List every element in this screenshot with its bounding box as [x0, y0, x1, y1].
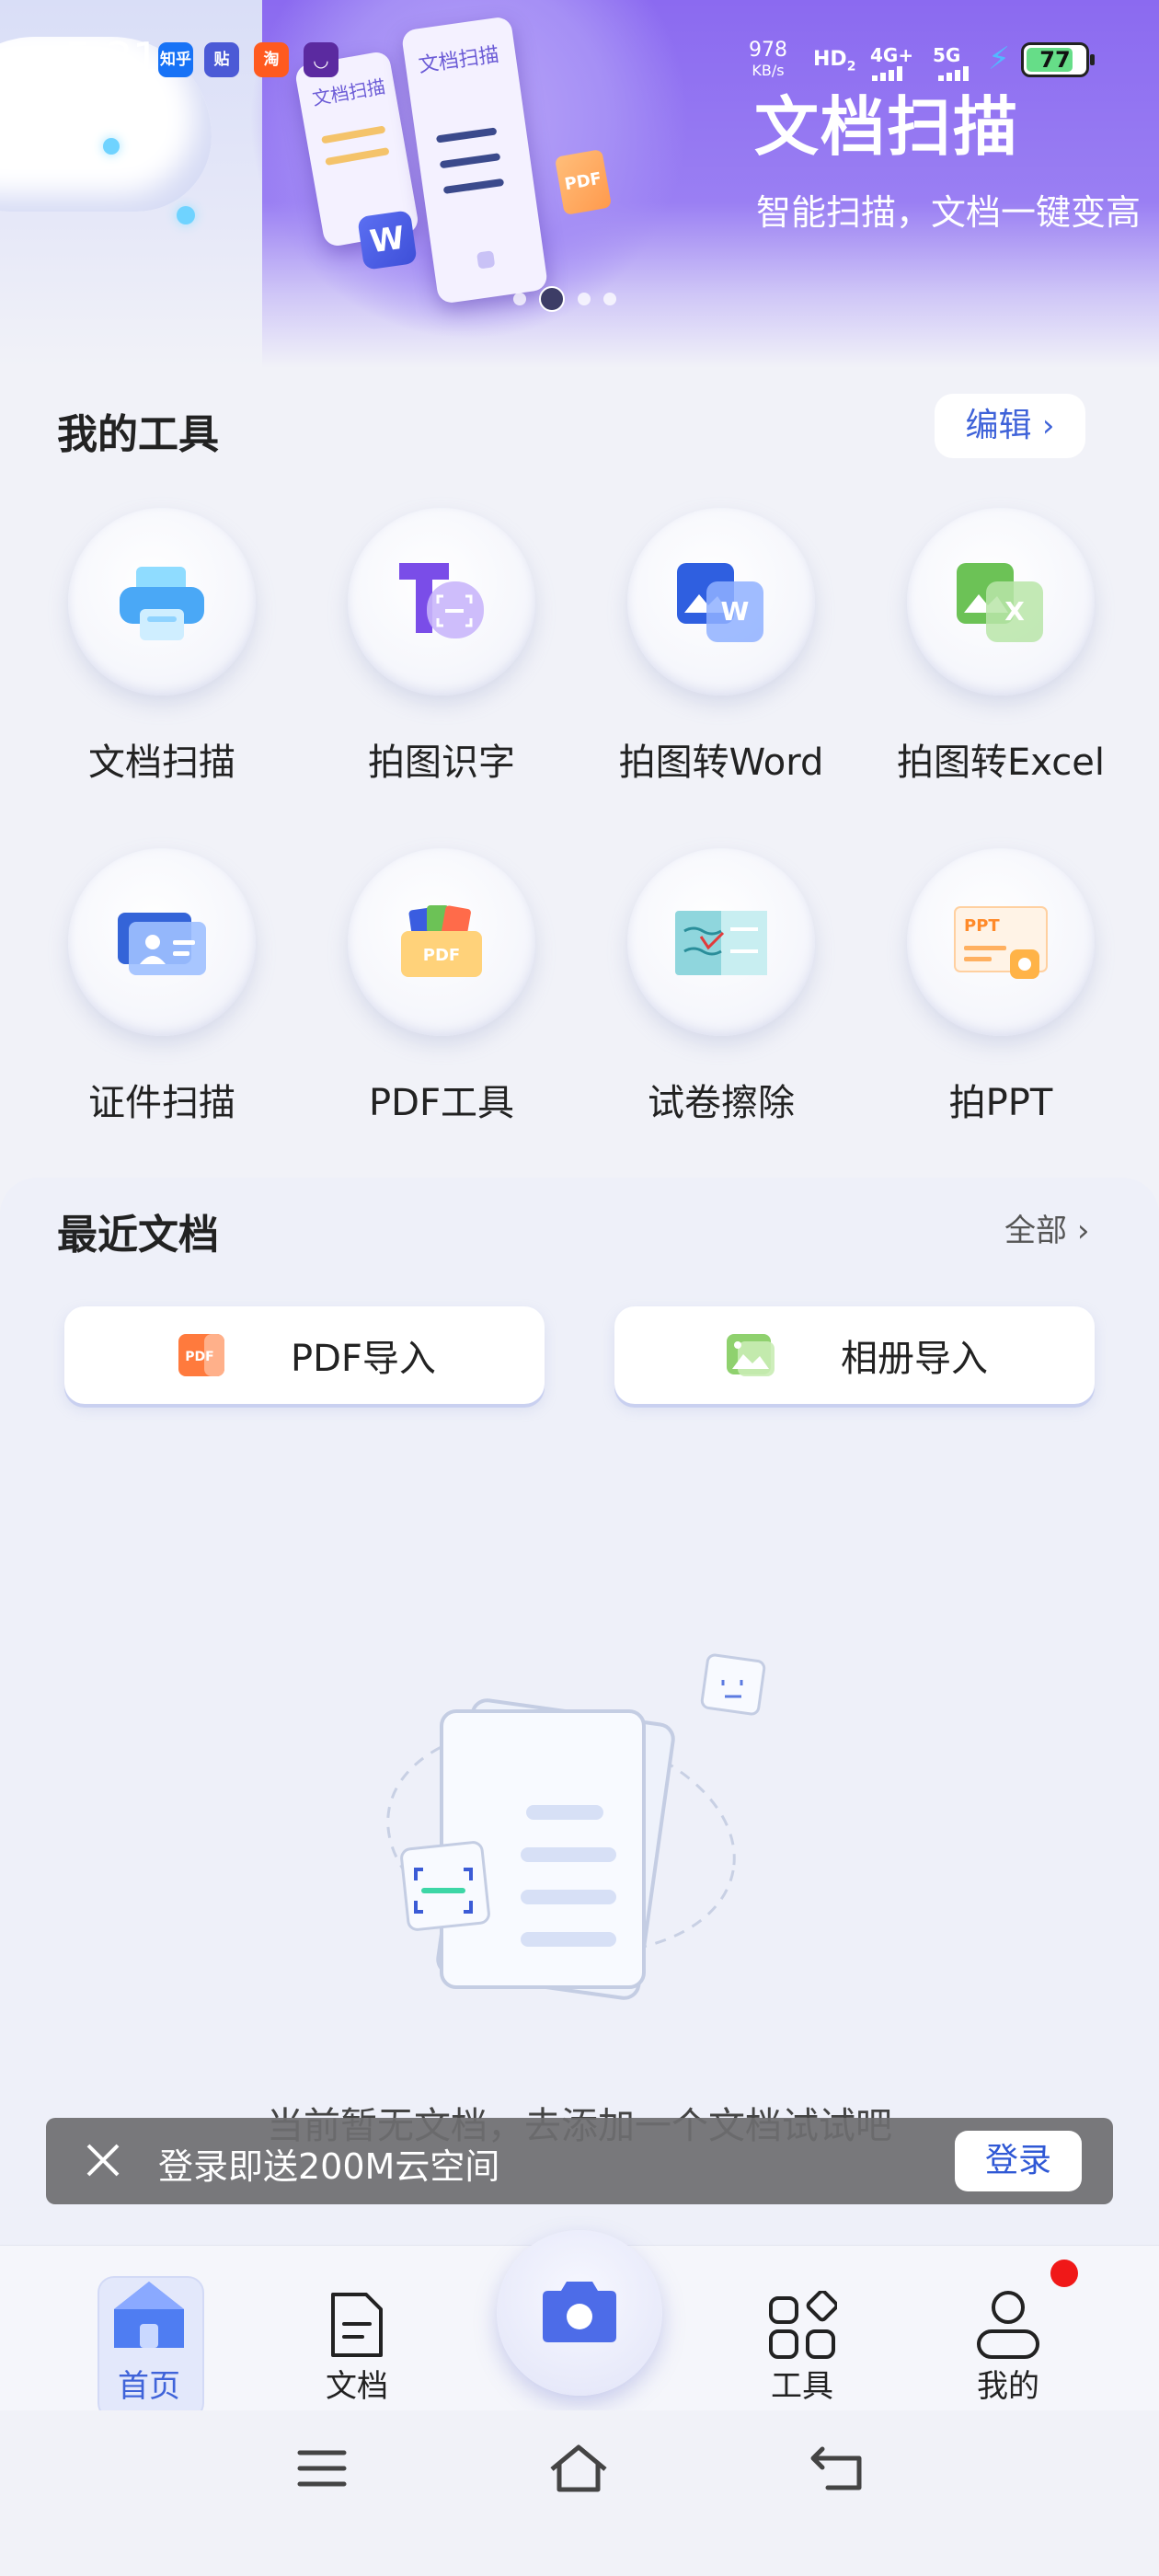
empty-documents-illustration [386, 1653, 766, 2000]
view-all-link[interactable]: 全部 › [1004, 1205, 1089, 1250]
status-time: 5:31 [64, 33, 160, 83]
banner-subtitle: 智能扫描，文档一键变高 [756, 192, 1142, 233]
nav-mine[interactable]: 我的 [935, 2278, 1082, 2416]
login-button[interactable]: 登录 [955, 2131, 1082, 2191]
word-file-icon: W [677, 563, 763, 642]
close-icon[interactable] [77, 2134, 129, 2186]
carousel-dot-active [539, 286, 565, 312]
text-recognition-icon [399, 563, 484, 638]
my-tools-title: 我的工具 [57, 411, 219, 458]
network-5g-label: 5G [933, 44, 961, 66]
word-badge-icon: W [357, 210, 418, 270]
pdf-tools-icon: PDF [401, 905, 482, 977]
taobao-app-icon: 淘 [254, 42, 289, 77]
excel-file-icon: X [957, 563, 1043, 642]
shopping-app-icon: ◡ [304, 42, 339, 77]
tool-ppt[interactable]: PPT 拍PPT [835, 848, 1111, 1161]
tool-photo-to-excel[interactable]: X 拍图转Excel [835, 508, 1111, 821]
svg-text:PDF: PDF [185, 1350, 213, 1364]
home-nav-icon[interactable] [546, 2442, 611, 2493]
printer-scan-icon [120, 567, 204, 640]
svg-text:W: W [721, 596, 750, 627]
exam-erase-icon [675, 911, 767, 975]
nav-tools[interactable]: 工具 [729, 2278, 876, 2416]
login-promo-toast: 登录即送200M云空间 登录 [46, 2118, 1113, 2204]
toast-message: 登录即送200M云空间 [158, 2146, 500, 2187]
photo-album-icon [727, 1334, 775, 1376]
tieba-app-icon: 贴 [204, 42, 239, 77]
chevron-right-icon: › [1041, 408, 1055, 444]
svg-text:X: X [1004, 596, 1025, 627]
recent-docs-title: 最近文档 [57, 1212, 219, 1259]
nav-home[interactable]: 首页 [75, 2278, 223, 2416]
carousel-dot [603, 293, 616, 305]
camera-icon [543, 2282, 616, 2342]
tool-label: 拍PPT [948, 1082, 1053, 1124]
tool-exam-erase[interactable]: 试卷擦除 [556, 848, 832, 1161]
document-icon [331, 2293, 383, 2357]
nav-documents[interactable]: 文档 [283, 2278, 430, 2416]
signal-icon [938, 64, 969, 81]
net-speed: 978 KB/s [749, 39, 787, 80]
signal-icon [872, 64, 902, 81]
charging-icon: ⚡ [988, 40, 1010, 77]
apps-grid-icon [769, 2291, 837, 2359]
pdf-import-button[interactable]: PDF PDF导入 [64, 1306, 545, 1404]
glow-dot [103, 138, 120, 155]
network-4g-label: 4G+ [870, 44, 914, 66]
tool-label: 拍图转Excel [897, 742, 1105, 784]
chevron-right-icon: › [1076, 1213, 1090, 1249]
id-card-icon [118, 913, 206, 975]
menu-icon[interactable] [296, 2445, 348, 2491]
zhihu-app-icon: 知乎 [158, 42, 193, 77]
battery-icon: 77 [1021, 42, 1095, 77]
hd-indicator: HD2 [813, 48, 856, 75]
status-bar: 5:31 知乎 贴 淘 ◡ 978 KB/s HD2 4G+ 5G ⚡ 77 [0, 0, 1159, 120]
carousel-dot [578, 293, 591, 305]
svg-text:PDF: PDF [423, 946, 460, 965]
back-icon[interactable] [808, 2444, 866, 2493]
tool-pdf[interactable]: PDF PDF工具 [276, 848, 552, 1161]
carousel-dot [513, 293, 526, 305]
carousel-indicator [513, 286, 616, 312]
edit-tools-button[interactable]: 编辑 › [935, 394, 1085, 458]
notification-badge [1050, 2260, 1078, 2287]
tool-photo-to-word[interactable]: W 拍图转Word [556, 508, 832, 821]
user-profile-icon [977, 2291, 1039, 2359]
pdf-icon: PDF [178, 1334, 224, 1376]
system-navigation-bar [0, 2410, 1159, 2576]
pdf-badge-icon: PDF [554, 148, 613, 216]
home-icon [114, 2282, 184, 2348]
svg-text:PPT: PPT [964, 916, 1000, 936]
tool-id-scan[interactable]: 证件扫描 [0, 848, 272, 1161]
album-import-button[interactable]: 相册导入 [614, 1306, 1095, 1404]
glow-dot [177, 206, 195, 224]
ppt-file-icon: PPT [954, 906, 1048, 979]
tool-doc-scan[interactable]: 文档扫描 [0, 508, 272, 821]
camera-scan-button[interactable] [497, 2230, 662, 2396]
tool-ocr[interactable]: 拍图识字 [276, 508, 552, 821]
